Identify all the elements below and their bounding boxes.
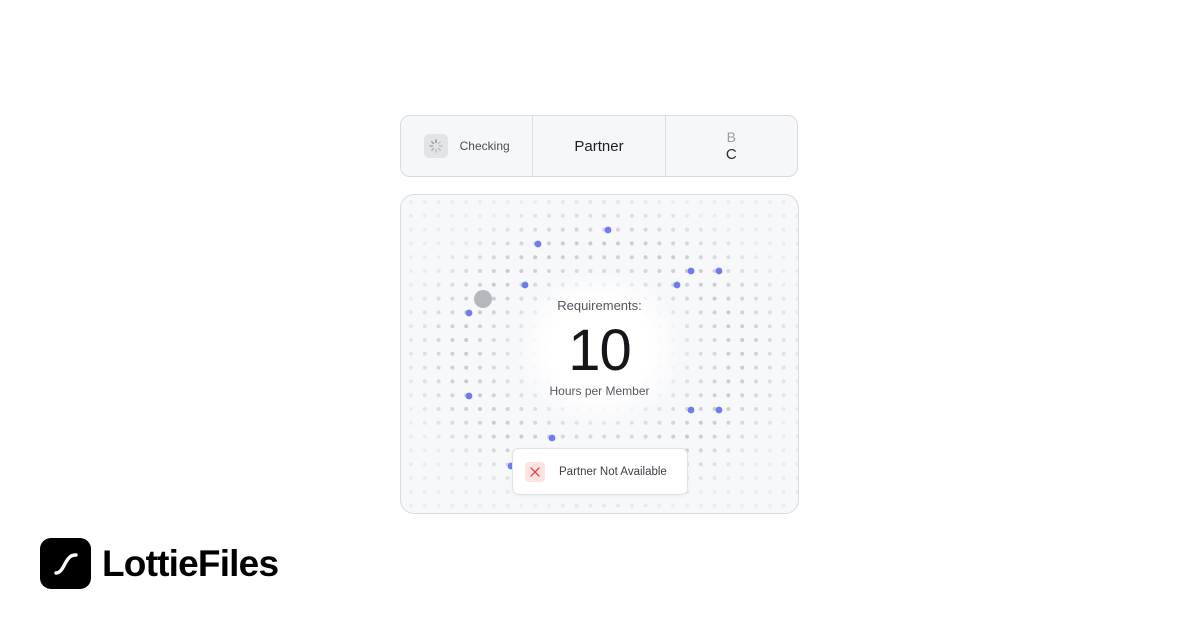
accent-dot (687, 267, 695, 275)
requirements-unit: Hours per Member (549, 384, 650, 398)
accent-dot (715, 267, 723, 275)
tab-letter-roller[interactable]: B C (666, 116, 797, 176)
spinner-icon (423, 134, 448, 158)
tab-partner[interactable]: Partner (533, 116, 666, 176)
roller-previous-letter: B (726, 129, 736, 145)
tab-checking-label: Checking (459, 139, 510, 153)
tab-checking[interactable]: Checking (401, 116, 534, 176)
requirements-value: 10 (568, 318, 632, 383)
tab-partner-label: Partner (574, 137, 624, 155)
accent-dot (548, 434, 556, 442)
partner-status-card: Partner Not Available (512, 448, 688, 495)
partner-status-text: Partner Not Available (559, 465, 667, 478)
accent-dot (534, 240, 542, 248)
roller-current-letter: C (725, 146, 737, 163)
requirements-panel: Requirements: 10 Hours per Member Partne… (400, 194, 799, 514)
lottiefiles-logo[interactable]: LottieFiles (40, 538, 279, 589)
accent-dot (715, 406, 723, 414)
brand-name: LottieFiles (102, 542, 279, 584)
accent-dot (687, 406, 695, 414)
mode-tabs: Checking Partner B C (400, 115, 798, 177)
close-icon (525, 461, 545, 482)
lottie-logo-icon (40, 538, 91, 589)
requirements-label: Requirements: (557, 298, 642, 313)
accent-dot (604, 226, 612, 234)
